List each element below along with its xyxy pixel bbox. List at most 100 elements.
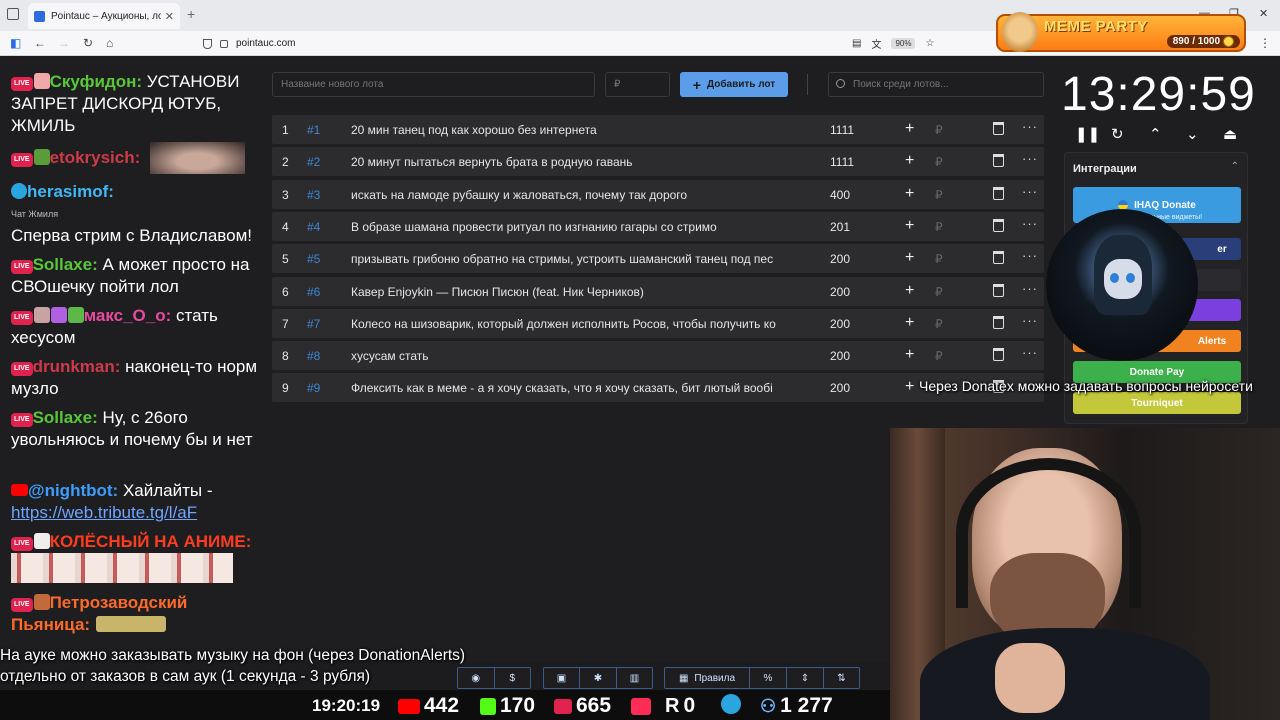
shield-icon[interactable] [203, 38, 212, 49]
lot-amount[interactable]: 200 [830, 252, 850, 266]
rub-icon[interactable]: ₽ [935, 155, 943, 169]
delete-icon[interactable] [993, 122, 1004, 135]
delete-icon[interactable] [993, 218, 1004, 232]
add-amount-icon[interactable]: + [905, 249, 914, 267]
lot-row[interactable]: 8 #8 хусусам стать 200 + ₽ ··· [272, 341, 1044, 371]
rub-icon[interactable]: ₽ [935, 252, 943, 266]
lot-row[interactable]: 1 #1 20 мин танец под как хорошо без интер… [272, 115, 1044, 144]
delete-icon[interactable] [993, 154, 1004, 168]
rub-icon[interactable]: ₽ [935, 285, 943, 299]
pause-icon[interactable]: ❚❚ [1075, 125, 1100, 143]
add-amount-icon[interactable]: + [905, 152, 914, 170]
new-tab-button[interactable]: + [187, 6, 195, 22]
new-lot-input[interactable]: Название нового лота [272, 72, 595, 97]
lock-icon[interactable] [220, 39, 228, 48]
lot-amount[interactable]: 1111 [830, 155, 854, 169]
tab-close-icon[interactable]: ✕ [165, 10, 174, 23]
add-amount-icon[interactable]: + [905, 346, 914, 364]
lot-amount[interactable]: 200 [830, 349, 850, 363]
clear-icon[interactable]: ▥ [617, 668, 652, 688]
add-amount-icon[interactable]: + [905, 185, 914, 203]
more-options-icon[interactable]: ··· [1022, 248, 1038, 263]
lot-name[interactable]: 20 мин танец под как хорошо без интернет… [351, 123, 803, 137]
lot-search-input[interactable]: Поиск среди лотов... [828, 72, 1044, 97]
rub-icon[interactable]: ₽ [935, 188, 943, 202]
lot-name[interactable]: 20 минут пытаться вернуть брата в родную… [351, 155, 803, 169]
lot-row[interactable]: 6 #6 Кавер Enjoykin — Писюн Писюн (feat. Н… [272, 276, 1044, 306]
more-options-icon[interactable]: ··· [1022, 184, 1038, 199]
lot-name[interactable]: хусусам стать [351, 349, 803, 363]
lot-id-link[interactable]: #2 [307, 155, 320, 169]
lot-id-link[interactable]: #9 [307, 381, 320, 395]
lot-amount[interactable]: 200 [830, 381, 850, 395]
chat-link[interactable]: https://web.tribute.tg/l/aF [11, 503, 197, 522]
lot-amount[interactable]: 1111 [830, 123, 854, 137]
reset-icon[interactable]: ↻ [1111, 125, 1124, 143]
more-options-icon[interactable]: ··· [1022, 313, 1038, 328]
translate-icon[interactable]: 文 [871, 36, 881, 51]
lot-amount[interactable]: 200 [830, 285, 850, 299]
add-amount-icon[interactable]: + [905, 282, 914, 300]
add-amount-icon[interactable]: + [905, 217, 914, 235]
lot-id-link[interactable]: #1 [307, 123, 320, 137]
save-icon[interactable]: ▣ [544, 668, 580, 688]
lot-name[interactable]: Колесо на шизоварик, который должен испо… [351, 317, 803, 331]
delete-icon[interactable] [993, 251, 1004, 265]
collapse-chevron-icon[interactable]: ⌃ [1231, 161, 1239, 172]
tourniquet-button[interactable]: Tourniquet [1073, 392, 1241, 414]
add-lot-button[interactable]: + Добавить лот [680, 72, 788, 97]
lot-id-link[interactable]: #4 [307, 220, 320, 234]
lot-id-link[interactable]: #7 [307, 317, 320, 331]
lot-amount[interactable]: 400 [830, 188, 850, 202]
add-amount-icon[interactable]: + [905, 120, 914, 138]
more-options-icon[interactable]: ··· [1022, 345, 1038, 360]
lot-name[interactable]: призывать грибоню обратно на стримы, уст… [351, 252, 803, 266]
address-bar[interactable]: pointauc.com [203, 34, 943, 53]
lot-name[interactable]: В образе шамана провести ритуал по изгна… [351, 220, 803, 234]
double-up-icon[interactable]: ⏏ [1223, 125, 1237, 143]
delete-icon[interactable] [993, 348, 1004, 362]
delete-icon[interactable] [993, 315, 1004, 329]
bookmark-star-icon[interactable]: ☆ [925, 38, 934, 49]
split-icon[interactable]: ⇕ [787, 668, 824, 688]
add-amount-icon[interactable]: + [905, 378, 914, 396]
rub-icon[interactable]: ₽ [935, 349, 943, 363]
lot-amount-input[interactable]: ₽ [605, 72, 670, 97]
chevron-down-icon[interactable]: ⌄ [1186, 125, 1199, 143]
more-options-icon[interactable]: ··· [1022, 216, 1038, 231]
chevron-up-icon[interactable]: ⌃ [1149, 125, 1162, 143]
sidebar-toggle-icon[interactable]: ◧ [10, 36, 21, 50]
sort-icon[interactable]: ⇅ [824, 668, 859, 688]
tab-overview-icon[interactable] [7, 8, 19, 20]
delete-icon[interactable] [993, 283, 1004, 297]
lot-amount[interactable]: 201 [830, 220, 850, 234]
rub-icon[interactable]: ₽ [935, 317, 943, 331]
rules-button[interactable]: ▦ Правила [665, 668, 750, 688]
percent-button[interactable]: % [750, 668, 787, 688]
lot-row[interactable]: 7 #7 Колесо на шизоварик, который должен и… [272, 308, 1044, 338]
reload-icon[interactable]: ↻ [83, 36, 93, 50]
lot-row[interactable]: 2 #2 20 минут пытаться вернуть брата в род… [272, 147, 1044, 177]
lot-id-link[interactable]: #5 [307, 252, 320, 266]
lot-id-link[interactable]: #8 [307, 349, 320, 363]
more-options-icon[interactable]: ··· [1022, 119, 1038, 134]
browser-tab[interactable]: Pointauc – Аукционы, лотереи ✕ [28, 3, 180, 29]
lot-amount[interactable]: 200 [830, 317, 850, 331]
github-icon[interactable]: ◉ [458, 668, 495, 688]
lot-id-link[interactable]: #6 [307, 285, 320, 299]
url-text[interactable]: pointauc.com [236, 38, 295, 49]
lot-row[interactable]: 3 #3 искать на ламоде рубашку и жаловаться… [272, 179, 1044, 209]
more-options-icon[interactable]: ··· [1022, 281, 1038, 296]
add-amount-icon[interactable]: + [905, 314, 914, 332]
dollar-icon[interactable]: $ [495, 668, 531, 688]
lot-name[interactable]: Кавер Enjoykin — Писюн Писюн (feat. Ник … [351, 285, 803, 299]
reader-view-icon[interactable]: ▤ [852, 38, 861, 49]
delete-icon[interactable] [993, 186, 1004, 200]
forward-icon[interactable]: → [58, 36, 70, 50]
close-window-button[interactable]: ✕ [1259, 7, 1268, 20]
more-options-icon[interactable]: ··· [1022, 151, 1038, 166]
browser-menu-icon[interactable]: ⋮ [1259, 36, 1271, 50]
lot-row[interactable]: 4 #4 В образе шамана провести ритуал по из… [272, 211, 1044, 241]
rub-icon[interactable]: ₽ [935, 123, 943, 137]
lot-row[interactable]: 5 #5 призывать грибоню обратно на стримы, … [272, 244, 1044, 274]
